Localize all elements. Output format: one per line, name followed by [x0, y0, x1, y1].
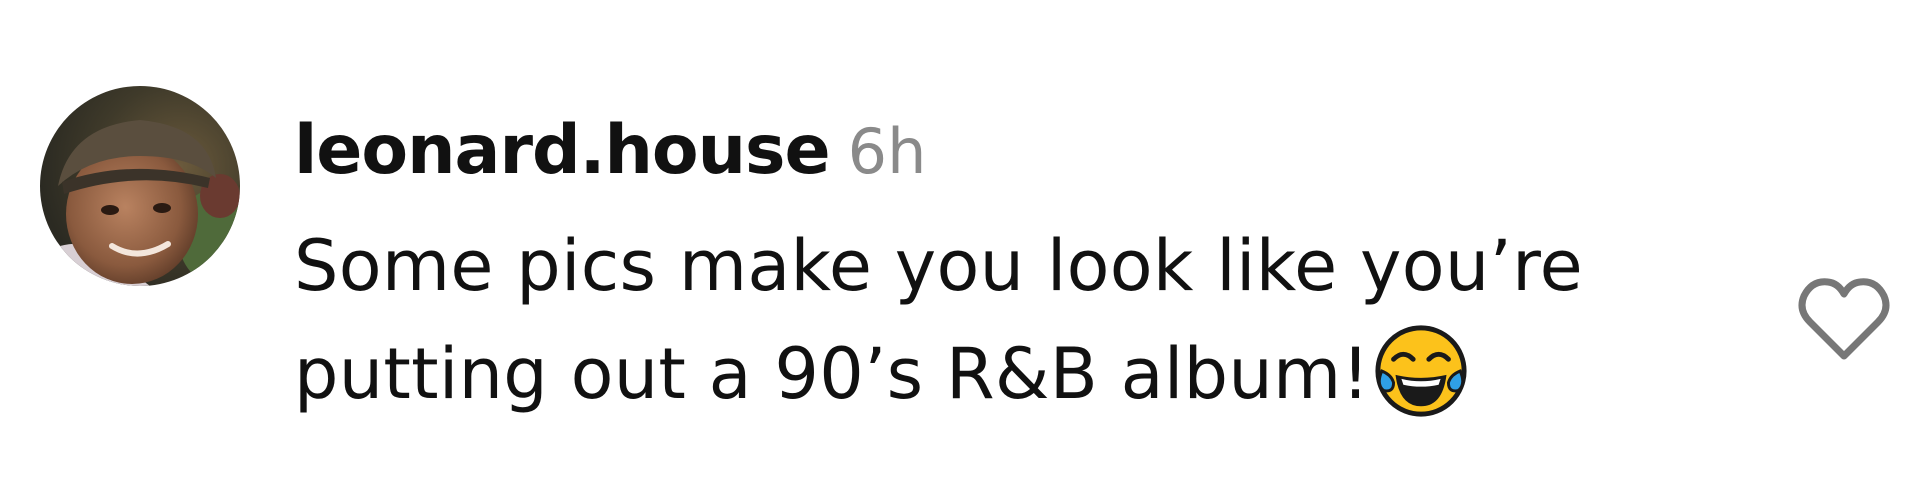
user-avatar[interactable]	[40, 86, 240, 286]
comment-text-line-2-wrap: putting out a 90’s R&B album!	[294, 320, 1734, 428]
like-button[interactable]	[1796, 274, 1892, 364]
comment-text: Some pics make you look like you’re putt…	[294, 212, 1734, 428]
comment-header: leonard.house 6h	[294, 106, 926, 196]
comment-item: leonard.house 6h Some pics make you look …	[0, 0, 1920, 480]
comment-timestamp: 6h	[847, 115, 927, 188]
username-link[interactable]: leonard.house	[294, 111, 831, 190]
avatar-photo-icon	[40, 86, 240, 286]
heart-outline-icon	[1798, 278, 1890, 360]
comment-text-line-2: putting out a 90’s R&B album!	[294, 333, 1370, 415]
tears-of-joy-emoji-icon	[1372, 322, 1470, 420]
comment-text-line-1: Some pics make you look like you’re	[294, 225, 1583, 307]
